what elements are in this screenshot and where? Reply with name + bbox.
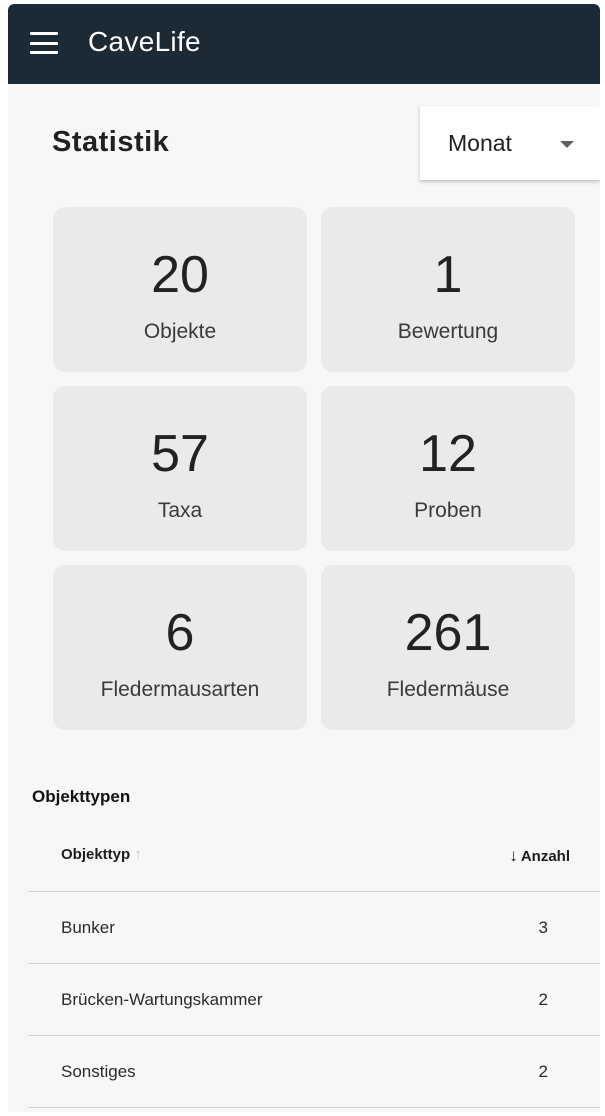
cell-object-type: Sonstiges: [61, 1062, 136, 1081]
cell-count: 2: [538, 1062, 548, 1081]
object-types-heading: Objekttypen: [32, 787, 131, 806]
app-title: CaveLife: [88, 26, 201, 57]
stat-value: 1: [433, 246, 463, 304]
cell-object-type: Brücken-Wartungskammer: [61, 990, 263, 1009]
stat-label: Bewertung: [397, 320, 499, 343]
table-header: Objekttyp ↑ ↓ Anzahl: [28, 822, 600, 892]
app-bar: CaveLife: [8, 4, 600, 84]
period-select-value: Monat: [448, 130, 512, 156]
sort-up-arrow-icon: ↑: [134, 846, 142, 863]
stat-card-bat-species: 6 Fledermausarten: [53, 565, 307, 730]
period-select[interactable]: Monat: [420, 106, 600, 180]
stats-grid: 20 Objekte 1 Bewertung 57 Taxa 12 Proben…: [53, 207, 577, 730]
stat-value: 57: [151, 425, 209, 483]
dropdown-arrow-icon: [560, 141, 574, 148]
page-title: Statistik: [52, 126, 170, 158]
stat-card-samples: 12 Proben: [321, 386, 575, 551]
column-header-count[interactable]: ↓ Anzahl: [509, 846, 570, 866]
table-row[interactable]: Sonstiges 2: [28, 1036, 600, 1108]
app-frame: CaveLife Statistik Monat 20 Objekte 1 Be…: [8, 4, 600, 1112]
table-row[interactable]: Bunker 3: [28, 892, 600, 964]
hamburger-menu-icon[interactable]: [30, 32, 58, 54]
table-row[interactable]: Brücken-Wartungskammer 2: [28, 964, 600, 1036]
stat-card-taxa: 57 Taxa: [53, 386, 307, 551]
stat-value: 12: [419, 425, 477, 483]
stat-card-bats: 261 Fledermäuse: [321, 565, 575, 730]
stat-label: Proben: [414, 499, 482, 522]
object-types-table: Objekttyp ↑ ↓ Anzahl Bunker 3 Brücken-Wa…: [28, 822, 600, 1108]
sort-down-arrow-icon: ↓: [509, 846, 518, 865]
cell-object-type: Bunker: [61, 918, 115, 937]
column-header-object-type[interactable]: Objekttyp ↑: [61, 846, 142, 863]
stat-card-objects: 20 Objekte: [53, 207, 307, 372]
stat-label: Taxa: [157, 499, 203, 522]
stat-card-ratings: 1 Bewertung: [321, 207, 575, 372]
stat-label: Fledermäuse: [386, 678, 510, 701]
stat-value: 20: [151, 246, 209, 304]
stat-label: Fledermausarten: [100, 678, 260, 701]
column-header-label: Objekttyp: [61, 846, 131, 863]
stat-label: Objekte: [143, 320, 217, 343]
column-header-label: Anzahl: [520, 847, 570, 865]
stat-value: 261: [404, 604, 492, 662]
cell-count: 3: [538, 918, 548, 937]
stat-value: 6: [165, 604, 195, 662]
cell-count: 2: [538, 990, 548, 1009]
